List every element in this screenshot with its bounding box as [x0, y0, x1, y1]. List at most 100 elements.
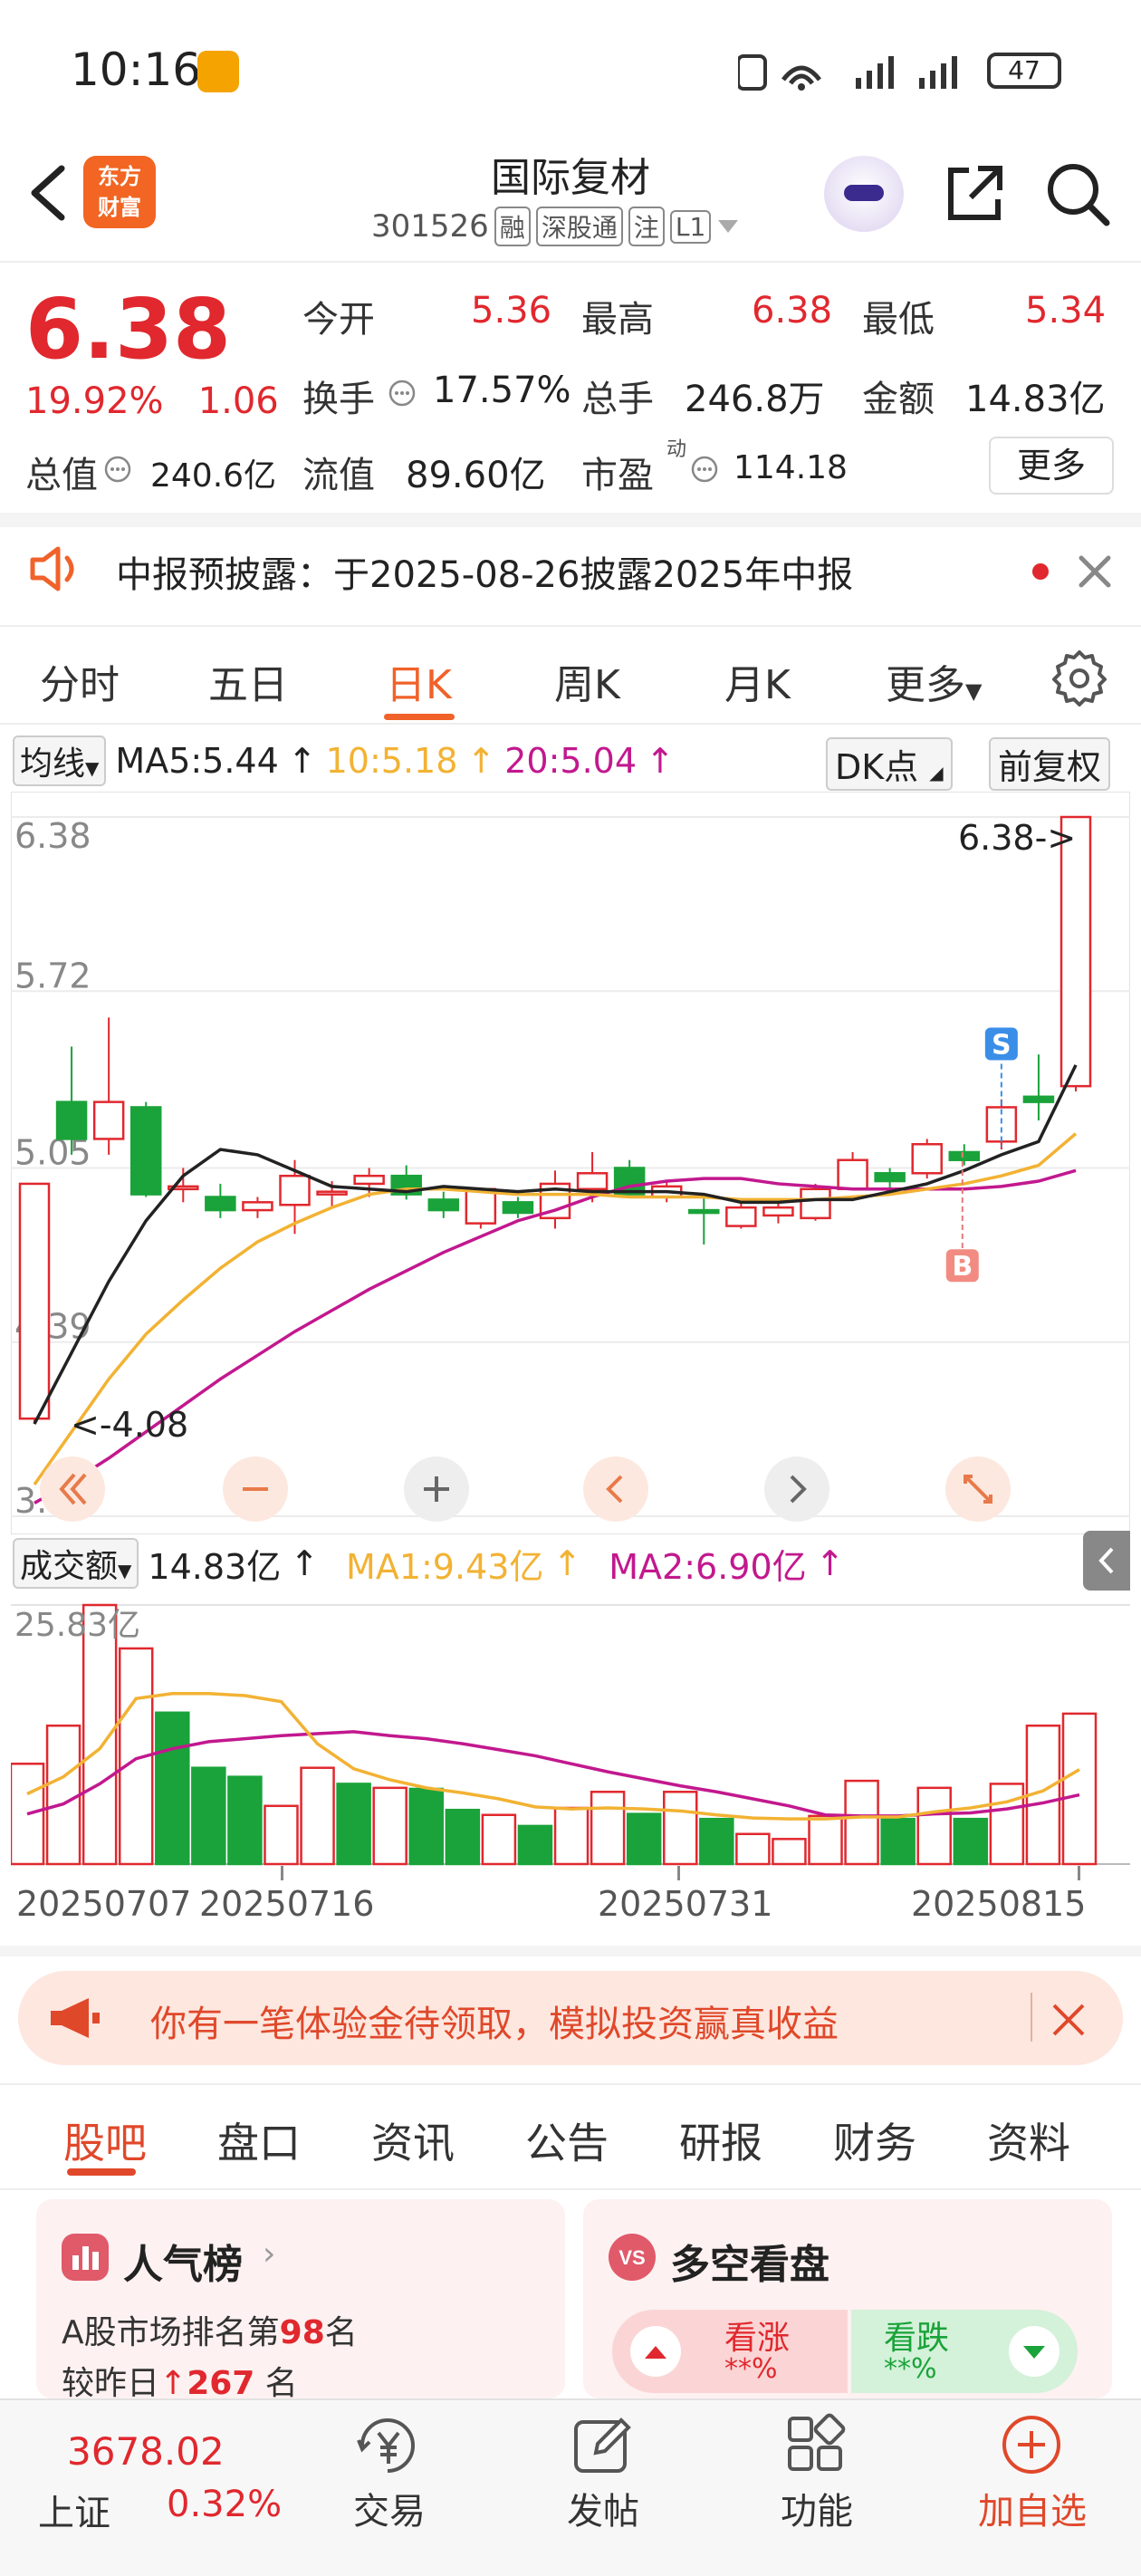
candlestick-chart[interactable]: 6.385.725.054.393.736.38-><-4.08SB	[11, 792, 1130, 1534]
notice-text[interactable]: 中报预披露：于2025-08-26披露2025年中报	[116, 545, 853, 598]
bear-label: 看跌	[884, 2320, 950, 2357]
volume-bar	[626, 1812, 662, 1866]
zoom-in-icon[interactable]	[402, 1455, 471, 1523]
info-icon[interactable]	[103, 455, 132, 484]
info-icon[interactable]	[690, 455, 719, 484]
candle	[205, 1196, 236, 1212]
assistant-robot-icon[interactable]	[824, 156, 904, 232]
candle	[502, 1201, 534, 1215]
tab-weekly-k[interactable]: 周K	[554, 652, 620, 710]
nav-functions[interactable]: 功能	[773, 2482, 860, 2534]
nav-trade[interactable]: 交易	[346, 2482, 433, 2534]
volume-selector[interactable]: 成交额▼	[13, 1538, 139, 1589]
candle	[18, 1182, 51, 1420]
volume-bar	[45, 1724, 82, 1866]
volume-bar	[155, 1711, 190, 1866]
volume-bar	[989, 1783, 1025, 1866]
sentiment-title: 多空看盘	[670, 2242, 829, 2288]
chevron-right-icon: ›	[263, 2235, 276, 2273]
tab-intraday[interactable]: 分时	[40, 652, 120, 710]
label-turnover: 换手	[302, 379, 375, 420]
close-icon[interactable]	[1050, 2002, 1087, 2038]
index-name[interactable]: 上证	[38, 2484, 110, 2536]
volume-chart[interactable]: 25.83亿	[11, 1596, 1130, 1868]
rewind-icon[interactable]	[38, 1455, 107, 1523]
volume-bar	[517, 1824, 553, 1866]
pe-superscript: 动	[666, 438, 687, 461]
dk-point-selector[interactable]: DK点 ◢	[826, 737, 953, 791]
sentiment-card[interactable]: VS 多空看盘 看涨 **% 看跌 **%	[583, 2199, 1112, 2398]
zoom-out-icon[interactable]	[221, 1455, 290, 1523]
stock-code-row[interactable]: 301526 融 深股通 注 L1	[371, 207, 740, 246]
tag-registration: 注	[628, 207, 665, 246]
section-divider	[0, 513, 1141, 527]
chevron-left-icon[interactable]	[581, 1455, 650, 1523]
candle	[92, 1101, 125, 1140]
volume-bar	[953, 1817, 989, 1866]
tab-research[interactable]: 研报	[679, 2110, 762, 2170]
more-button[interactable]: 更多	[989, 437, 1114, 495]
gear-icon[interactable]	[1050, 649, 1108, 706]
nav-add-watchlist[interactable]: 加自选	[974, 2482, 1090, 2534]
volume-bar	[481, 1813, 517, 1866]
close-icon[interactable]	[1076, 553, 1114, 591]
battery-indicator: 47	[987, 53, 1061, 89]
post-edit-icon[interactable]	[570, 2413, 634, 2476]
tab-more[interactable]: 更多▼	[886, 652, 982, 710]
trade-yen-icon[interactable]	[355, 2413, 422, 2476]
down-arrow-icon	[1009, 2326, 1060, 2377]
volume-bar	[880, 1817, 916, 1866]
adjust-selector[interactable]: 前复权	[989, 737, 1111, 791]
nav-post[interactable]: 发帖	[560, 2482, 647, 2534]
section-tabs: 股吧 盘口 资讯 公告 研报 财务 资料	[0, 2083, 1141, 2190]
popularity-card[interactable]: 人气榜 › A股市场排名第98名 较昨日↑267 名	[36, 2199, 565, 2402]
ma10-value: 10:5.18	[325, 741, 458, 781]
rank-value: 98	[279, 2314, 325, 2351]
promo-text[interactable]: 你有一笔体验金待领取，模拟投资赢真收益	[150, 1994, 839, 2047]
value-market-cap: 240.6亿	[150, 457, 277, 495]
volume-top-label: 25.83亿	[14, 1607, 140, 1644]
ma-indicator-row: 均线▼ MA5:5.44 ↑ 10:5.18 ↑ 20:5.04 ↑	[13, 735, 675, 786]
tab-news[interactable]: 资讯	[371, 2110, 455, 2170]
chevron-left-icon	[1098, 1547, 1114, 1574]
tab-profile[interactable]: 资料	[987, 2110, 1070, 2170]
volume-bar	[590, 1791, 626, 1866]
index-change[interactable]: 0.32%	[167, 2484, 282, 2525]
value-low: 5.34	[1025, 290, 1107, 332]
y-tick-label: 6.38	[14, 816, 91, 856]
candle	[762, 1206, 794, 1217]
bull-button[interactable]: 看涨 **%	[612, 2310, 848, 2393]
ma-selector[interactable]: 均线▼	[13, 735, 107, 786]
y-tick-label: 5.72	[14, 956, 91, 995]
tab-forum[interactable]: 股吧	[63, 2110, 147, 2170]
search-icon[interactable]	[1043, 159, 1112, 228]
tab-financials[interactable]: 财务	[833, 2110, 916, 2170]
tab-announcements[interactable]: 公告	[525, 2110, 609, 2170]
chevron-right-icon[interactable]	[762, 1455, 831, 1523]
value-volume: 246.8万	[685, 379, 825, 420]
index-value[interactable]: 3678.02	[67, 2429, 225, 2474]
add-watchlist-icon[interactable]	[1000, 2413, 1063, 2476]
banner-divider	[1031, 1993, 1032, 2042]
tab-orderbook[interactable]: 盘口	[217, 2110, 301, 2170]
ma20-value: 20:5.04	[504, 741, 637, 781]
share-icon[interactable]	[942, 161, 1007, 226]
volume-ma2: MA2:6.90亿	[609, 1546, 807, 1587]
functions-grid-icon[interactable]	[784, 2413, 848, 2476]
tab-daily-k[interactable]: 日K	[386, 652, 452, 710]
value-turnover: 17.57%	[433, 370, 571, 411]
value-float-cap: 89.60亿	[406, 455, 546, 496]
rank-change-line: 较昨日↑267 名	[62, 2365, 298, 2402]
candle	[688, 1208, 720, 1215]
bear-button[interactable]: 看跌 **%	[851, 2310, 1078, 2393]
ma5-line	[33, 1064, 1078, 1425]
tab-monthly-k[interactable]: 月K	[724, 652, 791, 710]
buy-marker-label: B	[952, 1251, 973, 1283]
tab-five-day[interactable]: 五日	[208, 652, 288, 710]
change-amount: 1.06	[197, 380, 279, 422]
label-low: 最低	[862, 299, 935, 341]
info-icon[interactable]	[388, 379, 417, 408]
fullscreen-icon[interactable]	[944, 1455, 1012, 1523]
value-amount: 14.83亿	[965, 379, 1106, 420]
collapse-panel-button[interactable]	[1083, 1531, 1130, 1591]
